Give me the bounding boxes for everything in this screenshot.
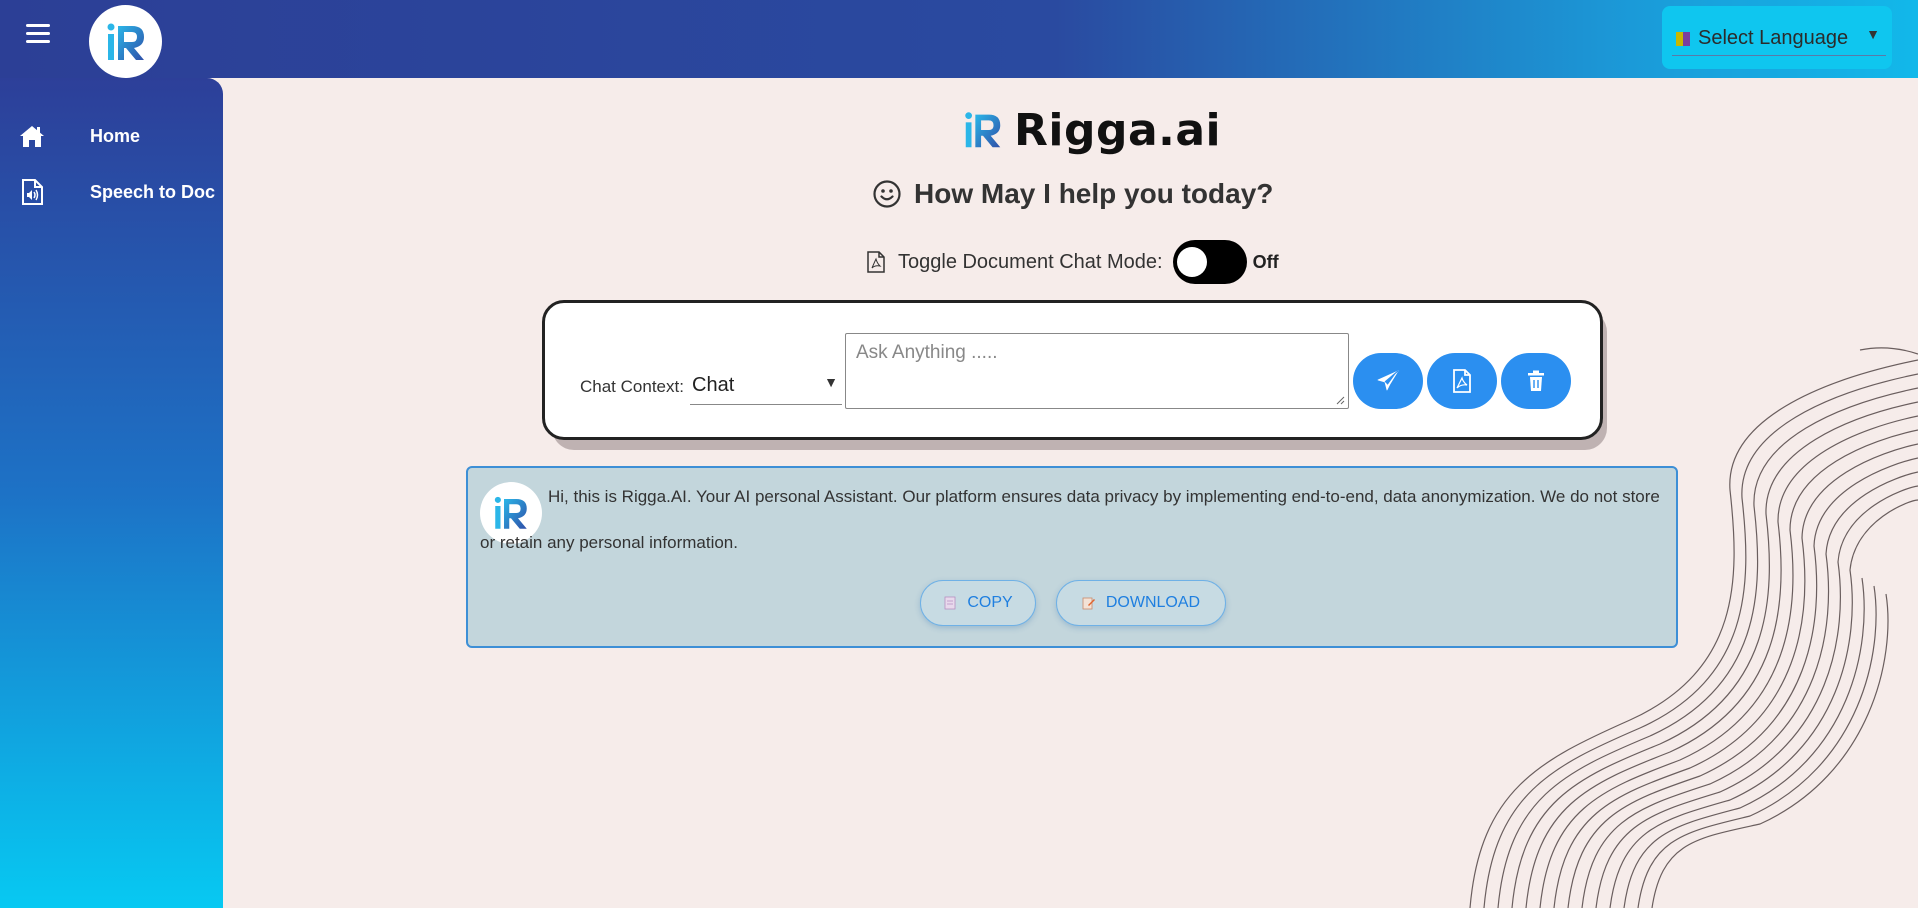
greeting-heading: How May I help you today? [872,178,1273,210]
send-icon [1377,370,1399,391]
sidebar-item-speech-to-doc[interactable]: Speech to Doc [0,172,223,212]
trash-icon [1528,370,1544,391]
speech-doc-icon [22,179,43,205]
ask-input[interactable] [845,333,1349,409]
doc-chat-toggle-state: Off [1252,251,1279,272]
doc-chat-toggle-row: Toggle Document Chat Mode: Off [866,240,1279,284]
chat-context-select[interactable]: Chat ▼ [690,365,842,405]
dropdown-arrow-icon: ▼ [1866,26,1880,42]
language-flag-icon [1676,31,1690,46]
smile-icon [873,180,901,208]
pdf-upload-button[interactable] [1427,353,1497,409]
sidebar-item-home[interactable]: Home [0,116,223,156]
download-icon [1082,597,1095,610]
brand-name: Rigga.ai [1014,104,1222,156]
brand-logo: Rigga.ai [960,104,1221,156]
sidebar: Home Speech to Doc [0,78,223,908]
copy-icon [944,596,956,610]
copy-button-label: COPY [967,594,1013,611]
download-button[interactable]: DOWNLOAD [1056,580,1226,626]
language-select[interactable]: Select Language ▼ [1672,22,1886,56]
doc-chat-toggle-label: Toggle Document Chat Mode: [898,250,1163,273]
send-button[interactable] [1353,353,1423,409]
greeting-text: How May I help you today? [914,178,1274,209]
pdf-upload-icon [1453,369,1471,393]
resize-grip-icon[interactable] [1335,395,1345,405]
rigga-logo-icon [965,112,1001,148]
delete-button[interactable] [1501,353,1571,409]
home-icon [20,126,44,147]
assistant-message-text: Hi, this is Rigga.AI. Your AI personal A… [480,487,1660,552]
sidebar-item-label: Speech to Doc [90,181,216,202]
assistant-message: Hi, this is Rigga.AI. Your AI personal A… [466,466,1678,648]
chat-input-card: Chat Context: Chat ▼ [542,300,1603,440]
language-panel: Select Language ▼ [1662,6,1892,69]
copy-button[interactable]: COPY [920,580,1036,626]
chat-context-value: Chat [692,374,735,396]
doc-chat-toggle-switch[interactable] [1172,240,1247,284]
download-button-label: DOWNLOAD [1105,594,1201,611]
rigga-logo-icon [107,23,144,60]
dropdown-arrow-icon: ▼ [824,374,838,390]
language-select-label: Select Language [1698,27,1849,49]
chat-context-label: Chat Context: [580,377,684,396]
menu-icon[interactable] [26,24,50,44]
pdf-file-icon [867,251,885,273]
top-bar: Select Language ▼ [0,0,1918,78]
sidebar-item-label: Home [90,125,141,146]
app-logo[interactable] [89,5,162,78]
